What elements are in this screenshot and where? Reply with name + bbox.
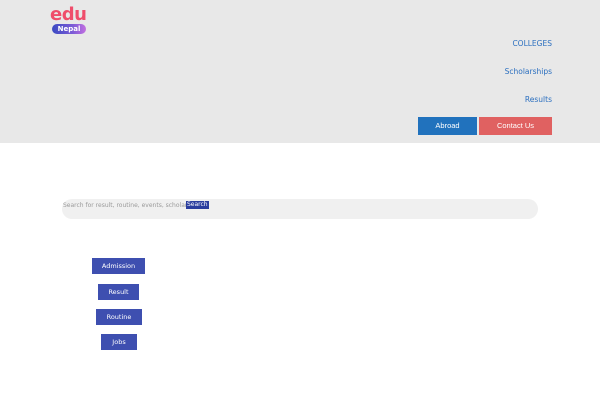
abroad-button[interactable]: Abroad	[418, 117, 477, 135]
result-button[interactable]: Result	[98, 284, 139, 300]
search-button[interactable]: Search	[186, 201, 209, 209]
nav-link-results[interactable]: Results	[525, 95, 552, 104]
routine-button[interactable]: Routine	[96, 309, 142, 325]
nav-link-scholarships[interactable]: Scholarships	[505, 67, 552, 76]
admission-button[interactable]: Admission	[92, 258, 145, 274]
search-bar: Search	[62, 199, 538, 219]
edu-nepal-logo[interactable]: edu Nepal	[50, 4, 90, 34]
contact-us-button[interactable]: Contact Us	[479, 117, 552, 135]
site-header: edu Nepal COLLEGES Scholarships Results …	[0, 0, 600, 143]
jobs-button[interactable]: Jobs	[101, 334, 137, 350]
search-input[interactable]	[63, 200, 186, 210]
nav-link-colleges[interactable]: COLLEGES	[512, 39, 552, 48]
logo-text-nepal: Nepal	[52, 24, 86, 34]
logo-text-edu: edu	[50, 4, 87, 25]
